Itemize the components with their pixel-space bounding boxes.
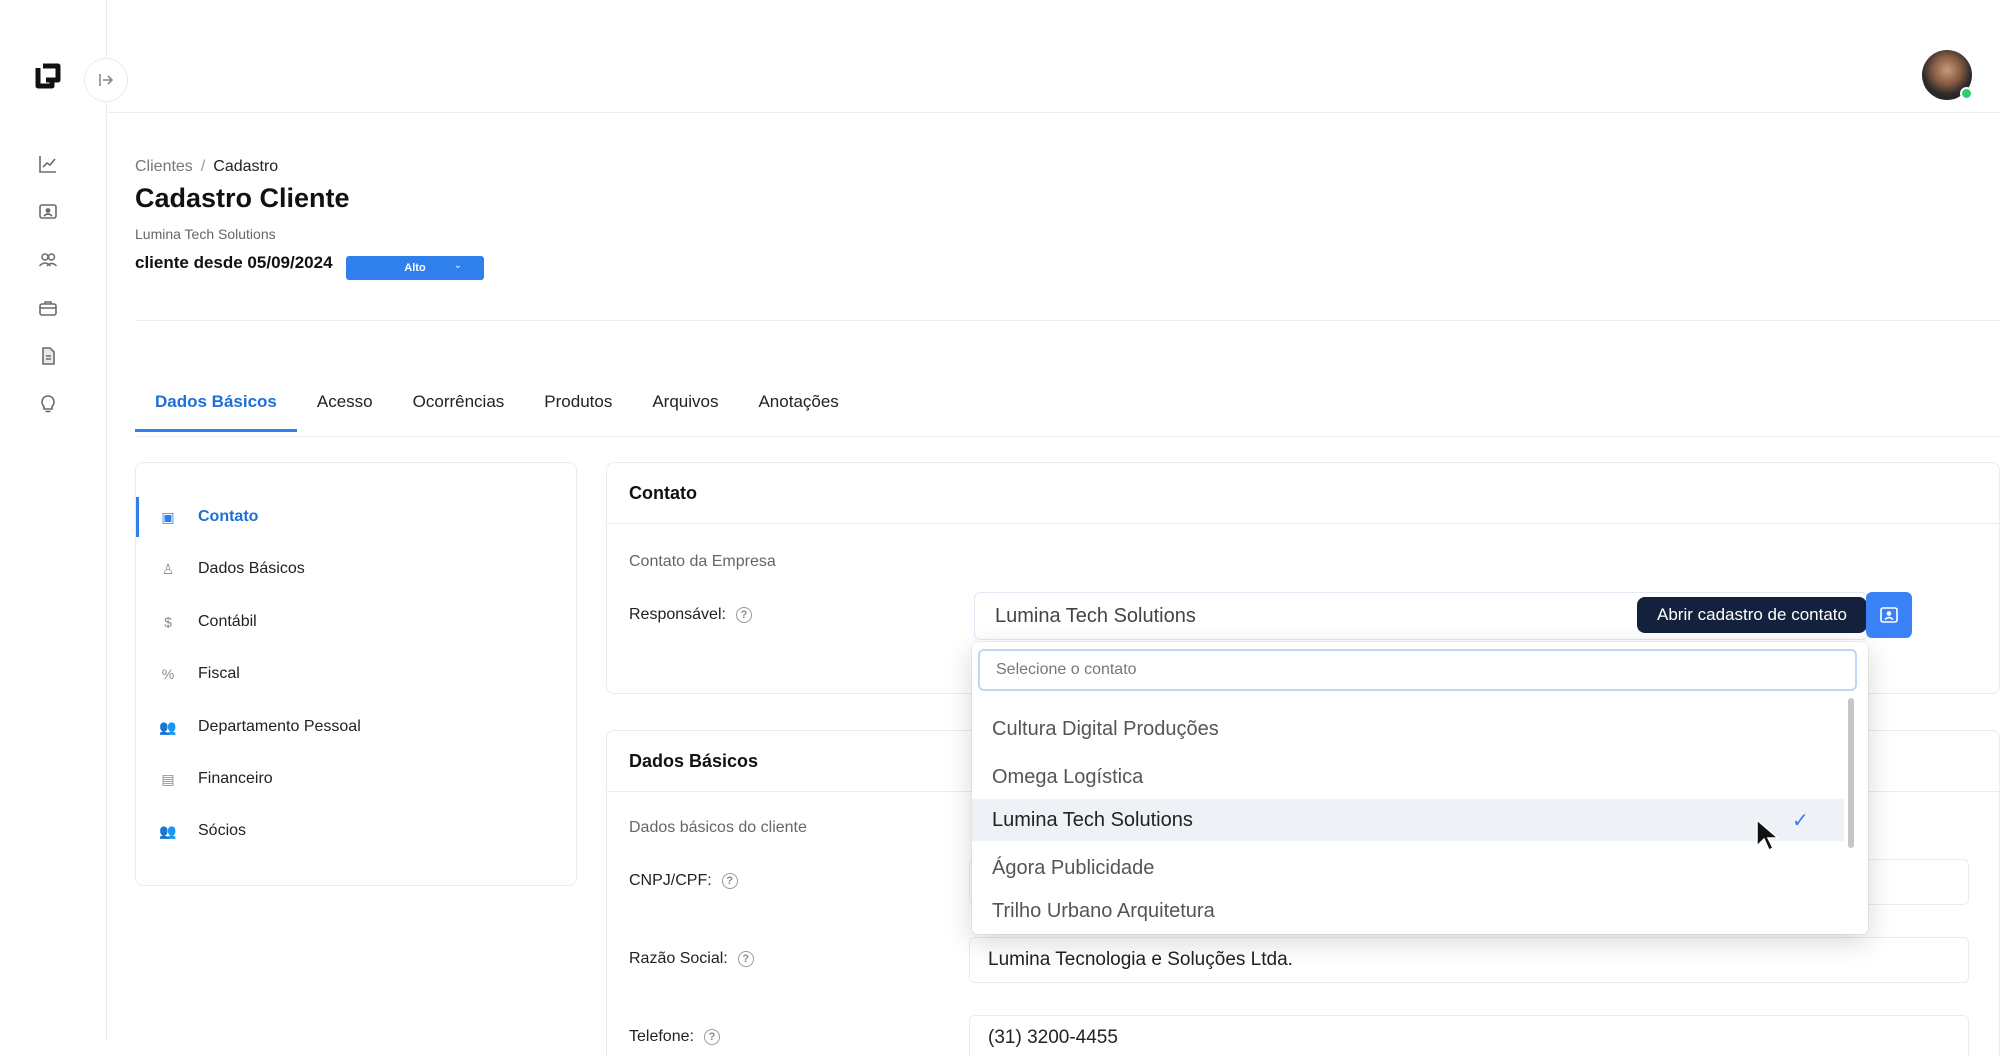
menu-item-label: Dados Básicos <box>198 560 305 577</box>
percent-icon: % <box>161 666 175 682</box>
responsavel-label: Responsável: ? <box>629 606 752 624</box>
chevron-down-icon: ⌄ <box>453 260 462 271</box>
sidebar <box>0 0 107 1040</box>
sidebar-toggle-button[interactable] <box>84 58 128 102</box>
page-title: Cadastro Cliente <box>135 183 350 213</box>
breadcrumb: Clientes / Cadastro <box>135 158 278 176</box>
mouse-cursor-icon <box>1756 818 1781 852</box>
responsavel-label-text: Responsável: <box>629 606 726 623</box>
dropdown-search-input[interactable]: Selecione o contato <box>978 649 1857 691</box>
lightbulb-icon[interactable] <box>38 394 58 414</box>
breadcrumb-separator: / <box>200 158 206 175</box>
menu-item-socios[interactable]: 👥 Sócios <box>136 811 576 851</box>
tab-anotacoes[interactable]: Anotações <box>738 380 858 430</box>
menu-item-departamento-pessoal[interactable]: 👥 Departamento Pessoal <box>136 707 576 747</box>
tab-produtos[interactable]: Produtos <box>524 380 632 430</box>
help-icon[interactable]: ? <box>735 607 752 623</box>
telefone-label: Telefone: ? <box>629 1028 720 1046</box>
cnpj-label: CNPJ/CPF: ? <box>629 872 738 890</box>
razao-social-field[interactable]: Lumina Tecnologia e Soluções Ltda. <box>969 937 1969 983</box>
users-icon: 👥 <box>159 718 177 735</box>
collapse-arrow-icon <box>99 74 114 86</box>
app-logo[interactable] <box>32 58 64 94</box>
breadcrumb-current: Cadastro <box>213 158 279 175</box>
online-status-indicator <box>1960 87 1973 100</box>
tab-arquivos[interactable]: Arquivos <box>632 380 738 430</box>
menu-item-label: Financeiro <box>198 770 273 787</box>
contact-card-icon <box>1880 607 1898 623</box>
help-icon[interactable]: ? <box>737 951 754 967</box>
open-contact-button[interactable] <box>1866 592 1912 638</box>
telefone-field[interactable]: (31) 3200-4455 <box>969 1015 1969 1056</box>
contato-card-title: Contato <box>629 483 697 503</box>
check-icon: ✓ <box>1792 810 1809 832</box>
section-menu: ▣ Contato ♙ Dados Básicos $ Contábil % F… <box>135 462 577 886</box>
dados-basicos-card-title: Dados Básicos <box>629 751 759 771</box>
dropdown-option[interactable]: Omega Logística <box>972 756 1844 798</box>
top-bar <box>107 0 2000 113</box>
briefcase-icon[interactable] <box>38 298 58 318</box>
partners-icon: 👥 <box>159 822 177 839</box>
priority-badge-label: Alto <box>404 262 426 274</box>
dados-basicos-subtitle: Dados básicos do cliente <box>629 819 807 836</box>
menu-item-label: Sócios <box>198 822 247 839</box>
menu-item-label: Contábil <box>198 613 257 630</box>
user-icon: ♙ <box>161 560 175 577</box>
menu-item-dados-basicos[interactable]: ♙ Dados Básicos <box>136 549 576 589</box>
tabs-divider <box>135 436 2000 437</box>
help-icon[interactable]: ? <box>721 873 738 889</box>
document-icon[interactable] <box>38 346 58 366</box>
tab-acesso[interactable]: Acesso <box>297 380 393 430</box>
scrollbar-thumb[interactable] <box>1848 698 1854 848</box>
card-divider <box>607 523 1999 524</box>
users-icon[interactable] <box>38 250 58 270</box>
razao-social-label-text: Razão Social: <box>629 950 728 967</box>
dropdown-option-selected[interactable]: Lumina Tech Solutions ✓ <box>972 799 1844 841</box>
contact-card-icon: ▣ <box>161 508 175 525</box>
cnpj-label-text: CNPJ/CPF: <box>629 872 712 889</box>
tooltip: Abrir cadastro de contato <box>1637 597 1873 633</box>
telefone-label-text: Telefone: <box>629 1028 694 1045</box>
menu-item-label: Fiscal <box>198 665 240 682</box>
menu-item-label: Contato <box>198 508 259 525</box>
priority-badge[interactable]: Alto ⌄ <box>346 256 484 280</box>
menu-item-financeiro[interactable]: ▤ Financeiro <box>136 759 576 799</box>
help-icon[interactable]: ? <box>703 1029 720 1045</box>
menu-item-fiscal[interactable]: % Fiscal <box>136 654 576 694</box>
contato-subtitle: Contato da Empresa <box>629 553 776 570</box>
contact-card-icon[interactable] <box>38 202 58 222</box>
tab-bar: Dados Básicos Acesso Ocorrências Produto… <box>135 380 859 432</box>
tab-dados-basicos[interactable]: Dados Básicos <box>135 380 297 432</box>
menu-item-contabil[interactable]: $ Contábil <box>136 602 576 642</box>
chart-line-icon[interactable] <box>38 154 58 174</box>
divider <box>135 320 2000 321</box>
company-name: Lumina Tech Solutions <box>135 226 276 242</box>
dollar-icon: $ <box>164 614 172 630</box>
calculator-icon: ▤ <box>161 770 175 787</box>
tab-ocorrencias[interactable]: Ocorrências <box>393 380 525 430</box>
contact-dropdown: Selecione o contato Cultura Digital Prod… <box>972 642 1868 934</box>
dropdown-option-label: Lumina Tech Solutions <box>992 808 1193 831</box>
breadcrumb-clientes[interactable]: Clientes <box>135 158 193 175</box>
razao-social-label: Razão Social: ? <box>629 950 754 968</box>
menu-item-label: Departamento Pessoal <box>198 718 361 735</box>
dropdown-scrollbar[interactable] <box>1844 698 1856 928</box>
dropdown-option[interactable]: Trilho Urbano Arquitetura <box>972 890 1844 932</box>
dropdown-option[interactable]: Ágora Publicidade <box>972 847 1844 889</box>
dropdown-option[interactable]: Cultura Digital Produções <box>972 708 1844 750</box>
menu-item-contato[interactable]: ▣ Contato <box>136 497 576 537</box>
client-since: cliente desde 05/09/2024 <box>135 253 333 272</box>
